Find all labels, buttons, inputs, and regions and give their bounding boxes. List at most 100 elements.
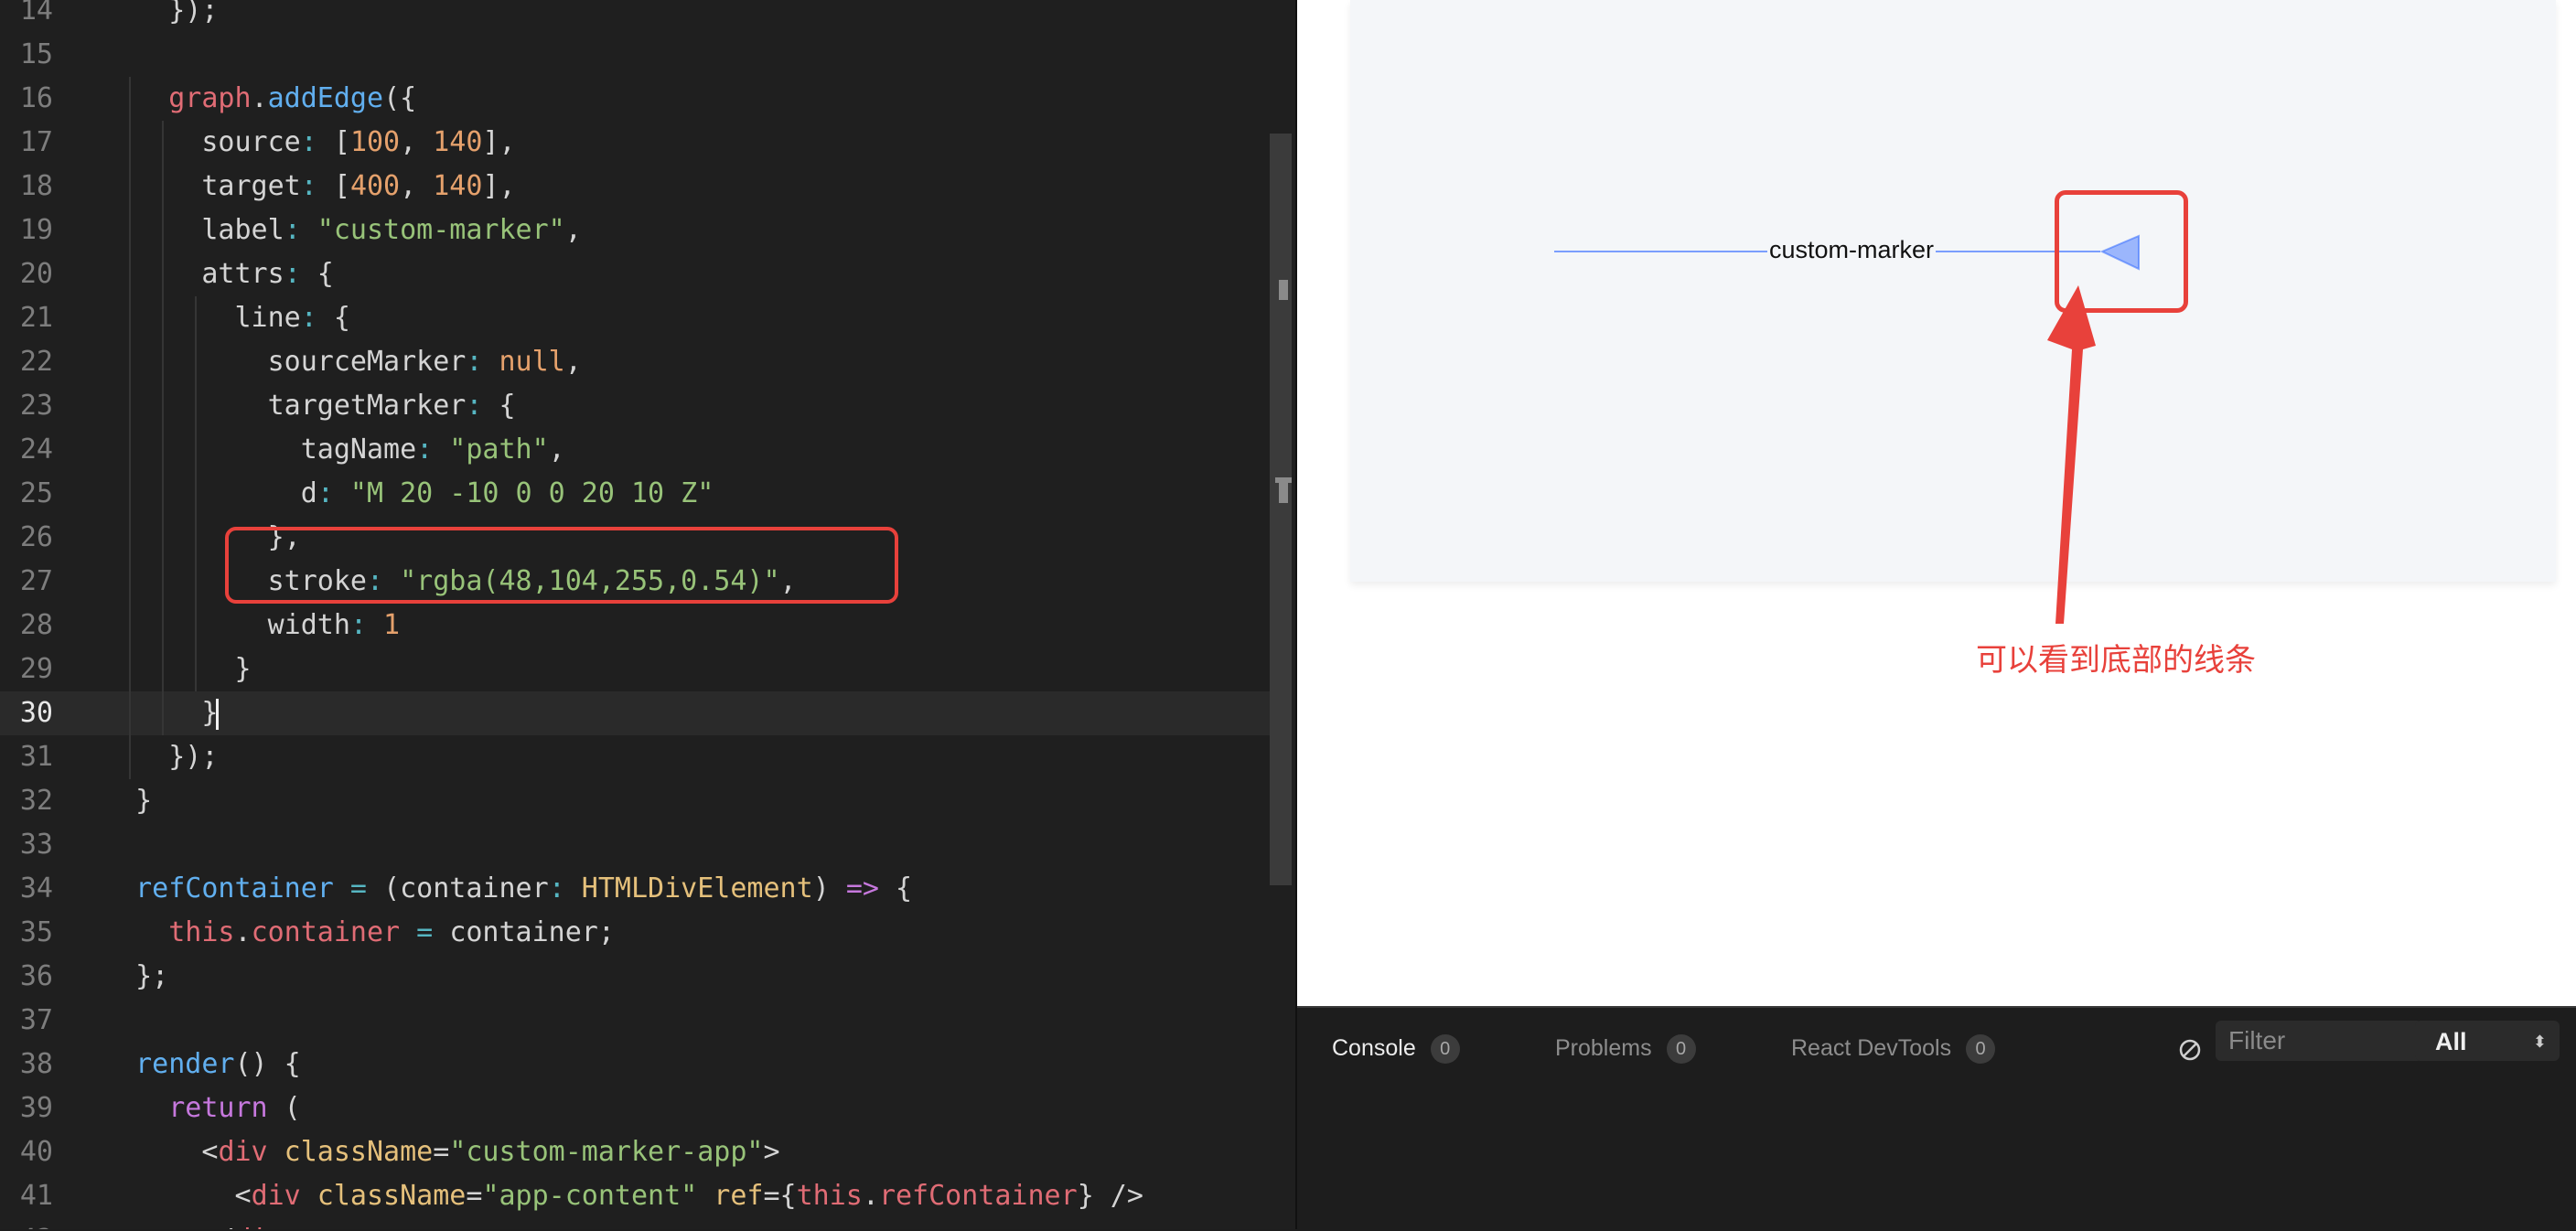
code-token: div [251, 1180, 301, 1212]
code-line[interactable]: 16 graph.addEdge({ [0, 77, 1272, 121]
line-number: 29 [19, 653, 53, 685]
code-line[interactable]: 22 sourceMarker: null, [0, 340, 1272, 384]
code-token: = [466, 1180, 483, 1212]
line-code: }; [102, 955, 168, 999]
code-token: { [482, 390, 516, 422]
code-line[interactable]: 35 this.container = container; [0, 911, 1272, 955]
line-number: 18 [19, 170, 53, 202]
indent-guide [162, 428, 164, 472]
code-token: } [102, 653, 252, 685]
code-line[interactable]: 24 tagName: "path", [0, 428, 1272, 472]
line-number: 23 [19, 390, 53, 422]
line-number: 33 [19, 829, 53, 861]
code-line[interactable]: 18 target: [400, 140], [0, 165, 1272, 209]
code-line[interactable]: 31 }); [0, 735, 1272, 779]
code-token: [ [317, 170, 350, 202]
code-token: target [102, 170, 301, 202]
code-token: . [251, 82, 268, 114]
code-line[interactable]: 34 refContainer = (container: HTMLDivEle… [0, 867, 1272, 911]
tab-console[interactable]: Console 0 [1332, 1028, 1460, 1068]
code-token: } [102, 697, 219, 729]
code-line[interactable]: 33 [0, 823, 1272, 867]
indent-guide [129, 252, 131, 296]
line-number: 34 [19, 872, 53, 905]
line-code: target: [400, 140], [102, 165, 516, 209]
code-token: addEdge [267, 82, 384, 114]
code-line[interactable]: 30 } [0, 691, 1272, 735]
code-line[interactable]: 15 [0, 33, 1272, 77]
code-token: . [234, 916, 252, 948]
code-editor[interactable]: 14 }); 15 16 graph.addEdge({17 source: [10… [0, 0, 1295, 1229]
code-line[interactable]: 23 targetMarker: { [0, 384, 1272, 428]
code-token: (container [383, 872, 549, 905]
filter-input[interactable] [2216, 1021, 2422, 1061]
line-number: 24 [19, 434, 53, 466]
code-line[interactable]: 17 source: [100, 140], [0, 121, 1272, 165]
code-line[interactable]: 21 line: { [0, 296, 1272, 340]
code-line[interactable]: 36 }; [0, 955, 1272, 999]
clear-console-icon[interactable] [2177, 1037, 2203, 1063]
code-token: , [564, 214, 582, 246]
indent-guide [162, 472, 164, 516]
code-line[interactable]: 19 label: "custom-marker", [0, 209, 1272, 252]
tab-problems[interactable]: Problems 0 [1555, 1028, 1696, 1068]
code-token: ={ [763, 1180, 797, 1212]
indent-guide [195, 472, 197, 516]
line-code: line: { [102, 296, 350, 340]
indent-guide [162, 560, 164, 604]
code-line[interactable]: 20 attrs: { [0, 252, 1272, 296]
code-lines[interactable]: 14 }); 15 16 graph.addEdge({17 source: [10… [0, 0, 1272, 1229]
indent-guide [129, 296, 131, 340]
indent-guide [129, 691, 131, 735]
code-token: < [102, 1180, 252, 1212]
count-badge: 0 [1430, 1034, 1460, 1065]
code-line[interactable]: 42 </div> [0, 1218, 1272, 1229]
code-line[interactable]: 25 d: "M 20 -10 0 0 20 10 Z" [0, 472, 1272, 516]
code-line[interactable]: 41 <div className="app-content" ref={thi… [0, 1174, 1272, 1218]
tab-label: Problems [1555, 1035, 1652, 1061]
code-token: sourceMarker [102, 346, 467, 378]
code-line[interactable]: 28 width: 1 [0, 604, 1272, 648]
editor-scrollbar[interactable] [1270, 134, 1292, 885]
tab-react-devtools[interactable]: React DevTools 0 [1791, 1028, 1996, 1068]
code-token: : [300, 170, 317, 202]
stroke-highlight-box [225, 527, 898, 604]
code-token: 1 [367, 609, 401, 641]
log-level-select[interactable]: All ⬍ [2415, 1021, 2560, 1061]
code-line[interactable]: 29 } [0, 648, 1272, 691]
line-code: return ( [102, 1086, 301, 1130]
code-line[interactable]: 40 <div className="custom-marker-app"> [0, 1130, 1272, 1174]
indent-guide [195, 516, 197, 560]
code-token: , [548, 434, 565, 466]
line-number: 19 [19, 214, 53, 246]
line-number: 15 [19, 38, 53, 70]
line-number: 39 [19, 1092, 53, 1124]
line-number: 42 [0, 1218, 53, 1229]
indent-guide [162, 165, 164, 209]
line-code: targetMarker: { [102, 384, 516, 428]
line-number: 38 [19, 1048, 53, 1080]
code-token: className [300, 1180, 467, 1212]
code-token: : [466, 390, 483, 422]
code-token: : [300, 126, 317, 158]
scrollbar-marker [1279, 280, 1288, 300]
code-token: , [564, 346, 582, 378]
line-number: 21 [19, 302, 53, 334]
indent-guide [129, 560, 131, 604]
line-code: }); [102, 735, 218, 779]
code-line[interactable]: 39 return ( [0, 1086, 1272, 1130]
line-code: </div> [102, 1218, 300, 1229]
code-token: container; [449, 916, 615, 948]
code-token: ref [697, 1180, 764, 1212]
code-token: ], [482, 126, 516, 158]
code-token: : [466, 346, 483, 378]
code-line[interactable]: 32 } [0, 779, 1272, 823]
code-token: width [102, 609, 350, 641]
code-token: null [482, 346, 565, 378]
code-line[interactable]: 37 [0, 999, 1272, 1043]
code-token: : [300, 302, 317, 334]
indent-guide [129, 121, 131, 165]
code-line[interactable]: 38 render() { [0, 1043, 1272, 1086]
code-line[interactable]: 14 }); [0, 0, 1272, 33]
